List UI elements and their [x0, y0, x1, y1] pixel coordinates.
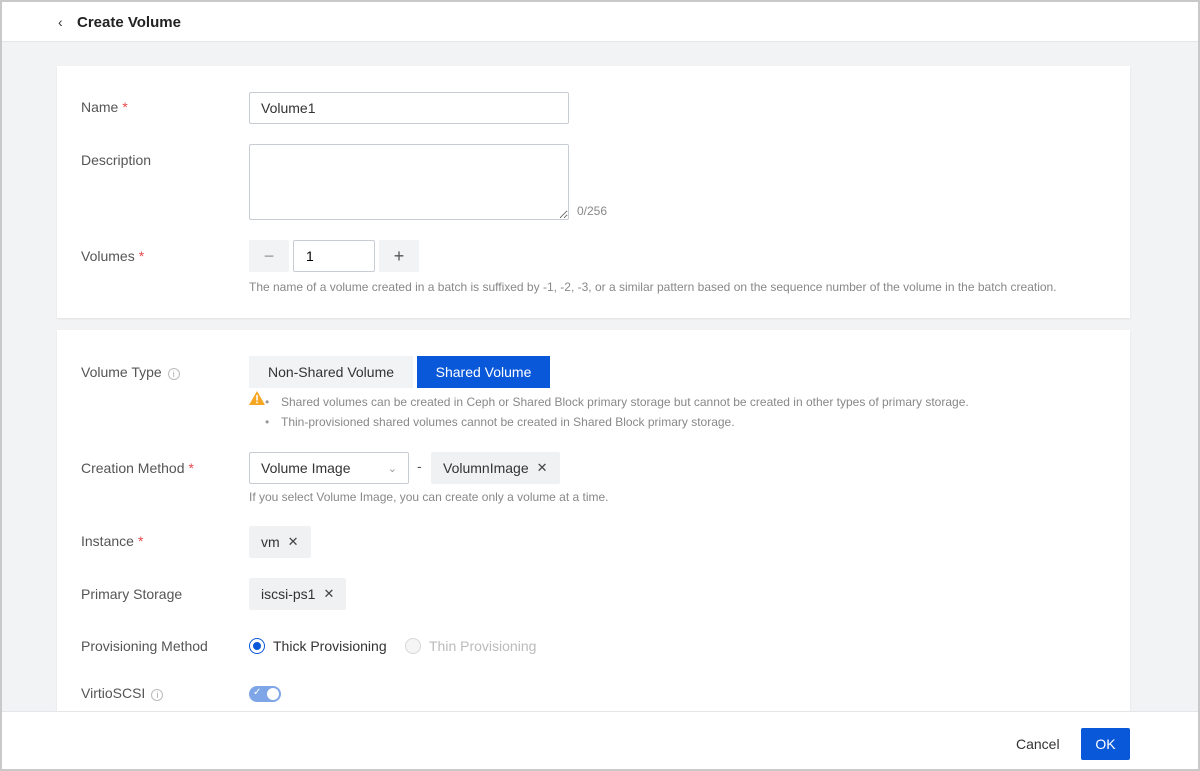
thin-provisioning-label: Thin Provisioning	[429, 638, 537, 654]
cancel-button[interactable]: Cancel	[1006, 728, 1070, 760]
virtioscsi-label: VirtioSCSI i	[81, 685, 164, 701]
chevron-down-icon: ⌄	[387, 462, 397, 475]
volume-type-note: Shared volumes can be created in Ceph or…	[265, 395, 969, 409]
provisioning-method-label: Provisioning Method	[81, 638, 208, 654]
info-icon[interactable]: i	[167, 368, 180, 380]
minus-icon: −	[263, 245, 275, 266]
page-title: Create Volume	[77, 13, 181, 31]
primary-storage-label: Primary Storage	[81, 586, 183, 602]
volume-config-card: Volume Type i Non-Shared Volume Shared Vo…	[57, 330, 1130, 730]
non-shared-volume-option[interactable]: Non-Shared Volume	[249, 356, 413, 388]
thick-provisioning-label: Thick Provisioning	[273, 638, 387, 654]
required-mark: *	[188, 460, 194, 476]
page-header: ‹ Create Volume	[2, 2, 1198, 42]
shared-volume-option[interactable]: Shared Volume	[417, 356, 550, 388]
volumes-hint: The name of a volume created in a batch …	[249, 280, 1057, 294]
basic-info-card: Name* Description 0/256 Volumes* − + The…	[57, 66, 1130, 318]
dialog-window: ‹ Create Volume Name* Description 0/256 …	[2, 2, 1198, 769]
primary-storage-tag[interactable]: iscsi-ps1 ✕	[249, 578, 347, 610]
warning-icon	[249, 391, 265, 405]
info-icon[interactable]: i	[151, 689, 164, 701]
primary-storage-tag-text: iscsi-ps1	[261, 586, 316, 602]
check-icon: ✓	[253, 687, 262, 698]
volume-type-note: Thin-provisioned shared volumes cannot b…	[265, 415, 735, 429]
close-icon[interactable]: ✕	[323, 586, 334, 602]
virtioscsi-label-text: VirtioSCSI	[81, 685, 146, 701]
name-label: Name *	[81, 99, 128, 115]
thick-provisioning-radio[interactable]: Thick Provisioning	[249, 638, 387, 654]
description-label: Description	[81, 152, 152, 168]
required-mark: *	[138, 248, 145, 264]
thin-provisioning-radio: Thin Provisioning	[405, 638, 536, 654]
name-label-text: Name	[81, 99, 119, 115]
instance-tag[interactable]: vm ✕	[249, 526, 311, 558]
creation-method-label-text: Creation Method	[81, 460, 185, 476]
radio-unchecked-icon	[405, 638, 421, 654]
close-icon[interactable]: ✕	[537, 460, 548, 476]
toggle-knob	[267, 688, 279, 700]
required-mark: *	[137, 533, 144, 549]
creation-method-value: Volume Image	[261, 460, 351, 476]
increment-button[interactable]: +	[379, 240, 419, 272]
volume-type-label-text: Volume Type	[81, 364, 162, 380]
back-button[interactable]: ‹ Create Volume	[58, 8, 181, 36]
required-mark: *	[122, 99, 128, 115]
ok-button[interactable]: OK	[1081, 728, 1130, 760]
chevron-left-icon: ‹	[58, 14, 63, 30]
description-textarea[interactable]	[249, 144, 569, 220]
volume-image-tag-text: VolumnImage	[443, 460, 529, 476]
volume-type-note-text: Thin-provisioned shared volumes cannot b…	[281, 415, 735, 429]
volume-type-label: Volume Type i	[81, 364, 180, 380]
volumes-label: Volumes *	[81, 248, 144, 264]
creation-method-hint: If you select Volume Image, you can crea…	[249, 490, 609, 504]
creation-method-label: Creation Method *	[81, 460, 194, 476]
volume-type-note-text: Shared volumes can be created in Ceph or…	[281, 395, 969, 409]
name-input[interactable]	[249, 92, 569, 124]
dialog-footer: Cancel OK	[2, 711, 1198, 769]
close-icon[interactable]: ✕	[288, 534, 299, 550]
volumes-label-text: Volumes	[81, 248, 135, 264]
instance-label: Instance *	[81, 533, 143, 549]
description-counter: 0/256	[577, 204, 608, 218]
radio-checked-icon	[249, 638, 265, 654]
instance-tag-text: vm	[261, 534, 280, 550]
instance-label-text: Instance	[81, 533, 134, 549]
virtioscsi-toggle[interactable]: ✓	[249, 686, 281, 702]
separator: -	[417, 458, 422, 474]
creation-method-select[interactable]: Volume Image ⌄	[249, 452, 409, 484]
volumes-input[interactable]	[293, 240, 375, 272]
plus-icon: +	[393, 245, 405, 266]
decrement-button[interactable]: −	[249, 240, 289, 272]
volume-image-tag[interactable]: VolumnImage ✕	[431, 452, 560, 484]
